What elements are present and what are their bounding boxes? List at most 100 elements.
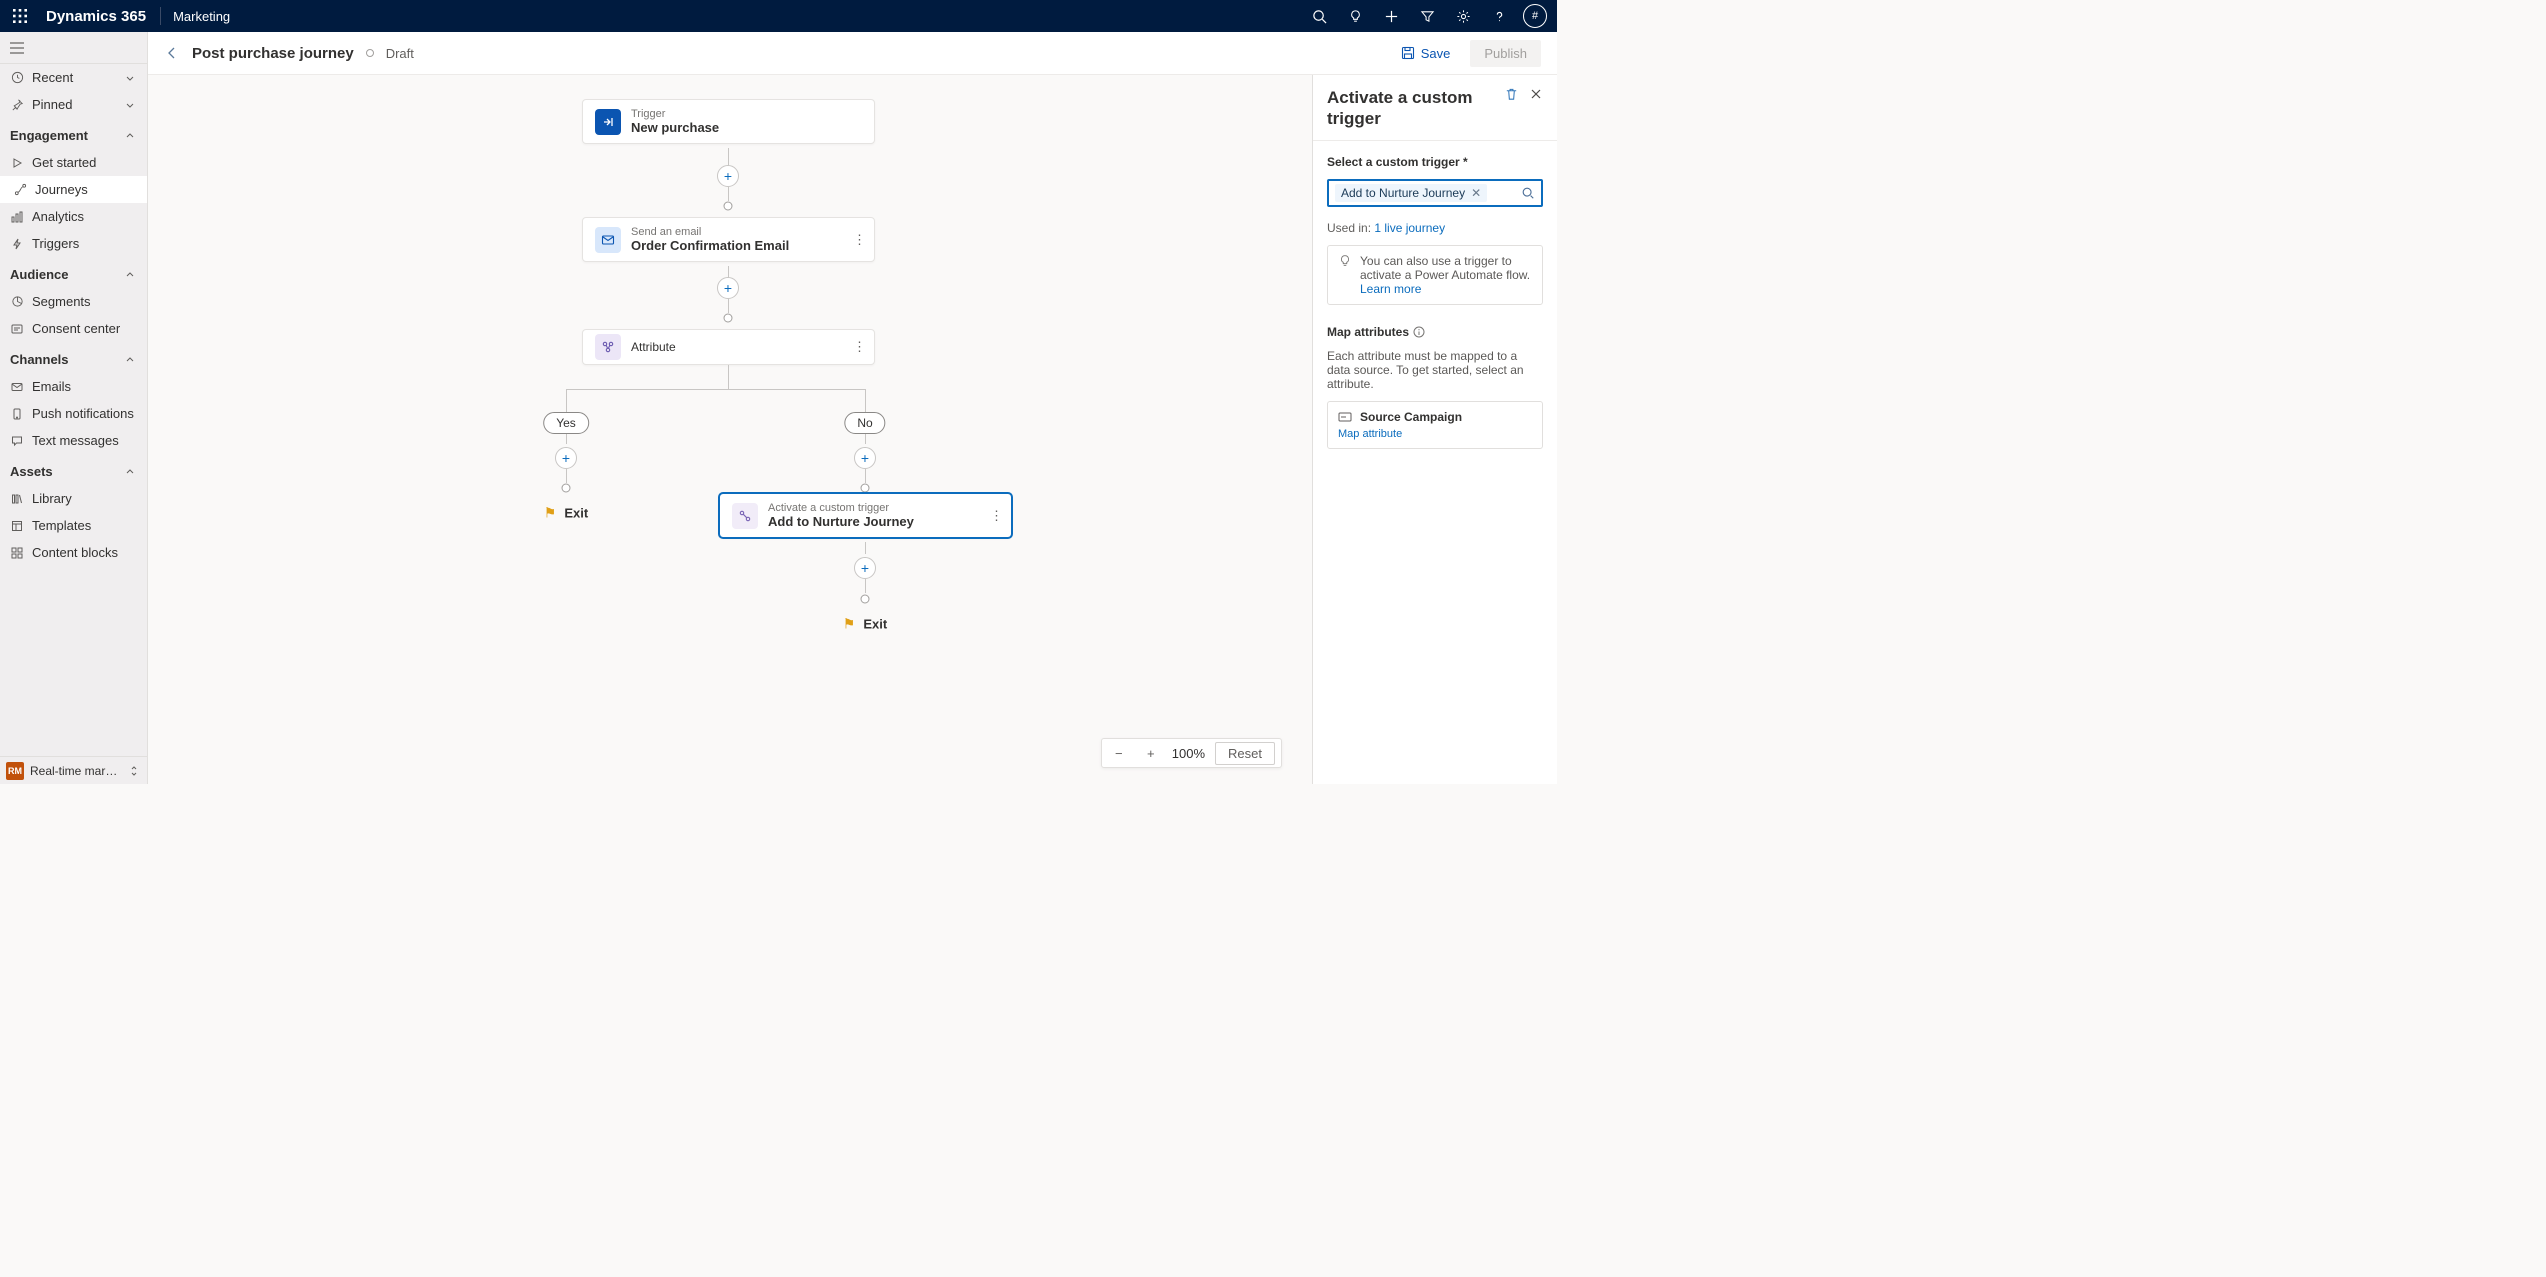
nav-library[interactable]: Library [0, 485, 147, 512]
area-switcher[interactable]: RM Real-time marketi... [0, 756, 147, 784]
pill-label: No [857, 416, 872, 430]
map-attribute-link[interactable]: Map attribute [1338, 428, 1402, 440]
product-name[interactable]: Dynamics 365 [36, 8, 156, 25]
nav-consent[interactable]: Consent center [0, 315, 147, 342]
used-in-link[interactable]: 1 live journey [1374, 221, 1445, 235]
info-text: You can also use a trigger to activate a… [1360, 254, 1530, 282]
zoom-in-button[interactable]: + [1140, 746, 1162, 761]
node-type: Attribute [631, 340, 676, 354]
node-name: New purchase [631, 120, 719, 135]
node-activate-trigger[interactable]: Activate a custom trigger Add to Nurture… [719, 493, 1012, 538]
group-label: Assets [10, 464, 115, 479]
node-trigger[interactable]: Trigger New purchase [582, 99, 875, 144]
hamburger-icon[interactable] [0, 32, 147, 64]
nav-push[interactable]: Push notifications [0, 400, 147, 427]
add-step-button[interactable]: + [555, 447, 577, 469]
app-launcher-icon[interactable] [4, 0, 36, 32]
nav-get-started[interactable]: Get started [0, 149, 147, 176]
add-step-button[interactable]: + [854, 447, 876, 469]
reset-label: Reset [1228, 746, 1262, 761]
node-email[interactable]: Send an email Order Confirmation Email ⋮ [582, 217, 875, 262]
nav-label: Get started [32, 155, 137, 170]
pane-title: Activate a custom trigger [1327, 87, 1504, 130]
info-icon[interactable] [1413, 326, 1425, 338]
nav-group-engagement[interactable]: Engagement [0, 122, 147, 149]
node-more-icon[interactable]: ⋮ [853, 232, 866, 248]
close-icon[interactable] [1529, 87, 1543, 130]
nav-analytics[interactable]: Analytics [0, 203, 147, 230]
search-icon[interactable] [1301, 0, 1337, 32]
save-button[interactable]: Save [1393, 42, 1459, 65]
user-avatar[interactable]: # [1523, 4, 1547, 28]
gear-icon[interactable] [1445, 0, 1481, 32]
mail-icon [10, 380, 24, 394]
journey-canvas[interactable]: Trigger New purchase + Send an email Ord… [148, 75, 1312, 784]
node-type: Send an email [631, 226, 789, 238]
filter-icon[interactable] [1409, 0, 1445, 32]
command-bar: Post purchase journey Draft Save Publish [148, 32, 1557, 75]
area-switch-abbr: RM [6, 762, 24, 780]
divider [160, 7, 161, 25]
nav-group-assets[interactable]: Assets [0, 458, 147, 485]
analytics-icon [10, 210, 24, 224]
add-step-button[interactable]: + [854, 557, 876, 579]
lookup-search-icon[interactable] [1521, 186, 1535, 200]
lookup-chip[interactable]: Add to Nurture Journey ✕ [1335, 184, 1487, 202]
exit-yes: ⚑ Exit [544, 505, 588, 522]
node-type: Trigger [631, 108, 719, 120]
nav-label: Segments [32, 294, 137, 309]
chevron-down-icon [123, 71, 137, 85]
nav-label: Content blocks [32, 545, 137, 560]
nav-journeys[interactable]: Journeys [0, 176, 147, 203]
mail-icon [595, 227, 621, 253]
add-icon[interactable] [1373, 0, 1409, 32]
nav-label: Triggers [32, 236, 137, 251]
nav-label: Consent center [32, 321, 137, 336]
nav-content-blocks[interactable]: Content blocks [0, 539, 147, 566]
text-field-icon [1338, 411, 1352, 423]
sms-icon [10, 434, 24, 448]
node-more-icon[interactable]: ⋮ [990, 508, 1003, 524]
nav-segments[interactable]: Segments [0, 288, 147, 315]
learn-more-link[interactable]: Learn more [1360, 282, 1421, 296]
delete-icon[interactable] [1504, 87, 1519, 130]
zoom-out-button[interactable]: − [1108, 746, 1130, 761]
add-step-button[interactable]: + [717, 165, 739, 187]
chip-clear-icon[interactable]: ✕ [1471, 186, 1481, 200]
nav-text[interactable]: Text messages [0, 427, 147, 454]
publish-button: Publish [1470, 40, 1541, 67]
templates-icon [10, 519, 24, 533]
nav-group-channels[interactable]: Channels [0, 346, 147, 373]
flag-icon: ⚑ [843, 616, 856, 633]
nav-recent[interactable]: Recent [0, 64, 147, 91]
nav-triggers[interactable]: Triggers [0, 230, 147, 257]
chevron-down-icon [123, 98, 137, 112]
node-attribute[interactable]: Attribute ⋮ [582, 329, 875, 365]
lightbulb-icon[interactable] [1337, 0, 1373, 32]
node-more-icon[interactable]: ⋮ [853, 339, 866, 355]
nav-label: Analytics [32, 209, 137, 224]
zoom-reset-button[interactable]: Reset [1215, 742, 1275, 765]
nav-templates[interactable]: Templates [0, 512, 147, 539]
chevron-up-icon [123, 465, 137, 479]
back-button[interactable] [164, 45, 180, 61]
add-step-button[interactable]: + [717, 277, 739, 299]
global-nav-bar: Dynamics 365 Marketing # [0, 0, 1557, 32]
nav-pinned[interactable]: Pinned [0, 91, 147, 118]
nav-emails[interactable]: Emails [0, 373, 147, 400]
select-trigger-label: Select a custom trigger * [1327, 155, 1543, 169]
attribute-card[interactable]: Source Campaign Map attribute [1327, 401, 1543, 449]
area-switch-label: Real-time marketi... [30, 764, 121, 778]
nav-label: Library [32, 491, 137, 506]
chevron-up-icon [123, 353, 137, 367]
push-icon [10, 407, 24, 421]
help-icon[interactable] [1481, 0, 1517, 32]
app-area-label[interactable]: Marketing [165, 9, 238, 24]
nav-group-audience[interactable]: Audience [0, 261, 147, 288]
trigger-lookup[interactable]: Add to Nurture Journey ✕ [1327, 179, 1543, 207]
trigger-icon [10, 237, 24, 251]
avatar-initial: # [1532, 10, 1538, 22]
branch-yes-pill[interactable]: Yes [543, 412, 589, 434]
branch-no-pill[interactable]: No [844, 412, 885, 434]
map-title: Map attributes [1327, 325, 1409, 339]
